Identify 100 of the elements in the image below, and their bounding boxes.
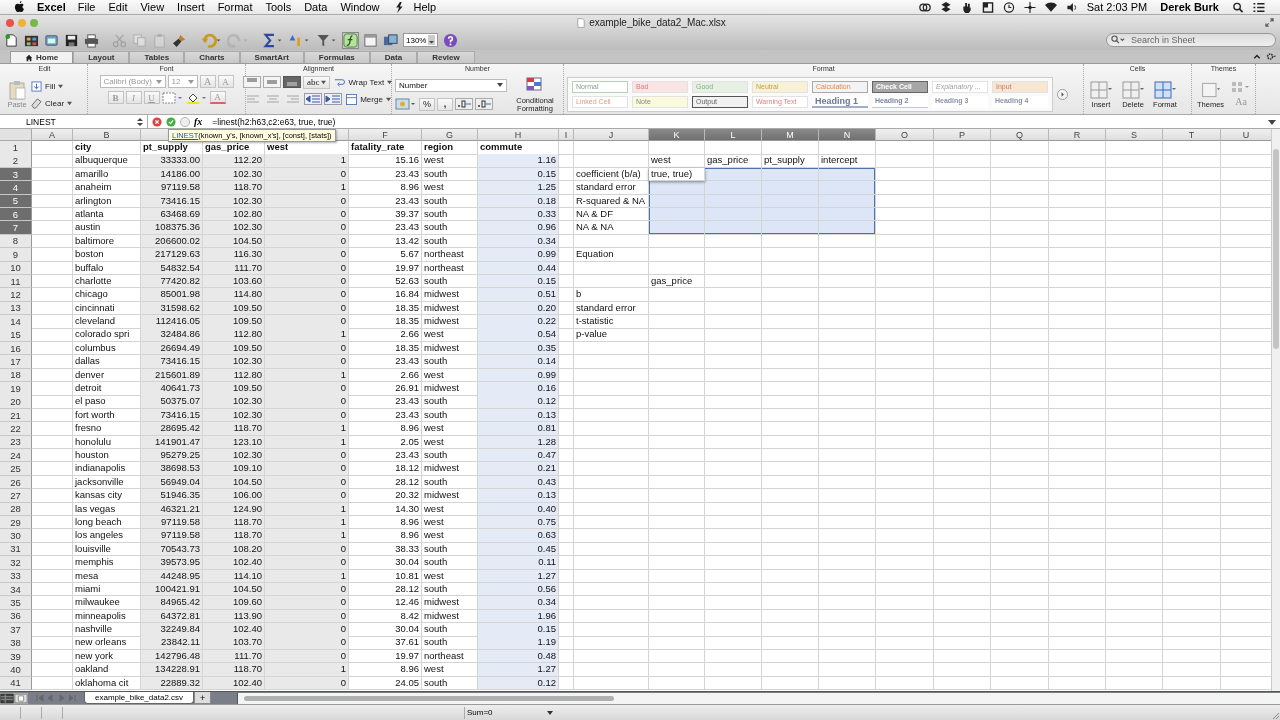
row-header[interactable]: 25: [0, 462, 32, 476]
menu-item[interactable]: Format: [217, 1, 253, 13]
ribbon-tab[interactable]: Data: [369, 51, 418, 63]
gallery-next-icon[interactable]: [1057, 89, 1068, 100]
column-header[interactable]: P: [934, 129, 991, 141]
function-label[interactable]: fx: [194, 116, 203, 127]
apple-icon[interactable]: [14, 0, 25, 14]
column-header[interactable]: G: [422, 129, 478, 141]
row-header[interactable]: 2: [0, 154, 32, 168]
search-field[interactable]: Search in Sheet: [1106, 33, 1276, 47]
clear-button[interactable]: Clear: [29, 96, 75, 110]
normal-view-icon[interactable]: [0, 692, 14, 704]
column-header[interactable]: S: [1106, 129, 1163, 141]
vertical-scrollbar[interactable]: [1271, 129, 1280, 691]
row-header[interactable]: 22: [0, 422, 32, 436]
increase-indent-icon[interactable]: [324, 93, 343, 105]
menu-clock[interactable]: Sat 2:03 PM: [1086, 1, 1148, 13]
crosshair-icon[interactable]: [1023, 1, 1036, 13]
formula-field[interactable]: =linest(h2:h63,c2:e63, true, true): [206, 116, 1264, 127]
help-icon[interactable]: [443, 32, 459, 48]
save-icon[interactable]: [64, 32, 79, 48]
menu-item[interactable]: Data: [304, 1, 328, 13]
row-header[interactable]: 27: [0, 489, 32, 503]
search-icon[interactable]: [1232, 1, 1244, 13]
collapse-icon[interactable]: [1252, 52, 1262, 61]
name-box[interactable]: LINEST: [0, 115, 148, 128]
menu-item[interactable]: Help: [413, 1, 437, 13]
ribbon-tab[interactable]: Tables: [129, 51, 185, 63]
menu-item[interactable]: Edit: [108, 1, 128, 13]
column-header[interactable]: U: [1221, 129, 1271, 141]
ribbon-tab[interactable]: Formulas: [303, 51, 370, 63]
filter-icon[interactable]: [316, 32, 338, 48]
cell-style[interactable]: Heading 1: [812, 96, 868, 108]
row-header[interactable]: 40: [0, 663, 32, 677]
row-header[interactable]: 20: [0, 395, 32, 409]
brush-icon[interactable]: [172, 32, 187, 48]
settings-icon[interactable]: [1266, 52, 1276, 61]
row-header[interactable]: 7: [0, 221, 32, 235]
wrap-text-button[interactable]: Wrap Text: [332, 75, 395, 89]
ribbon-tab[interactable]: SmartArt: [239, 51, 304, 63]
column-header[interactable]: A: [32, 129, 73, 141]
clock-icon[interactable]: [1002, 1, 1015, 13]
menu-item[interactable]: File: [77, 1, 96, 13]
decrease-decimal-icon[interactable]: [475, 98, 493, 110]
speaker-icon[interactable]: [1065, 1, 1078, 13]
decrease-indent-icon[interactable]: [304, 93, 323, 105]
fullscreen-icon[interactable]: [1265, 18, 1274, 27]
row-header[interactable]: 1: [0, 141, 32, 155]
sum-icon[interactable]: [262, 32, 284, 48]
sidebar-icon[interactable]: [363, 32, 378, 48]
column-header[interactable]: O: [876, 129, 934, 141]
add-sheet-button[interactable]: +: [194, 692, 212, 704]
cancel-icon[interactable]: [152, 116, 162, 127]
zoom-dropdown[interactable]: 130%: [403, 33, 439, 47]
percent-button[interactable]: %: [419, 97, 435, 111]
row-header[interactable]: 12: [0, 288, 32, 302]
hand-icon[interactable]: [960, 1, 973, 13]
comma-button[interactable]: ,: [437, 97, 453, 111]
row-header[interactable]: 4: [0, 181, 32, 195]
column-header[interactable]: R: [1049, 129, 1106, 141]
close-button[interactable]: [6, 18, 14, 27]
page-layout-icon[interactable]: [14, 692, 28, 704]
column-header[interactable]: J: [574, 129, 649, 141]
ribbon-tab[interactable]: Review: [417, 51, 475, 63]
sync-icon[interactable]: [918, 1, 931, 13]
list-icon[interactable]: [1253, 1, 1265, 13]
column-header[interactable]: M: [762, 129, 819, 141]
menu-item[interactable]: Tools: [265, 1, 292, 13]
resize-grip-icon[interactable]: [1270, 710, 1280, 720]
column-header[interactable]: F: [349, 129, 422, 141]
align-bottom-icon[interactable]: [282, 76, 301, 88]
row-header[interactable]: 9: [0, 248, 32, 262]
confirm-icon[interactable]: [166, 116, 176, 127]
row-header[interactable]: 19: [0, 382, 32, 396]
ribbon-tab[interactable]: Charts: [184, 51, 240, 63]
function-icon[interactable]: [343, 32, 358, 48]
menu-item[interactable]: Window: [340, 1, 380, 13]
fill-button[interactable]: Fill: [29, 79, 75, 93]
column-header[interactable]: H: [478, 129, 559, 141]
wifi-icon[interactable]: [1044, 1, 1057, 13]
user-name[interactable]: Derek Burk: [1160, 1, 1219, 13]
row-header[interactable]: 15: [0, 328, 32, 342]
window-grid-icon[interactable]: [981, 1, 994, 13]
column-header[interactable]: K: [649, 129, 705, 141]
row-header[interactable]: 37: [0, 623, 32, 637]
row-header[interactable]: 35: [0, 596, 32, 610]
box-icon[interactable]: [939, 1, 952, 13]
row-header[interactable]: 32: [0, 556, 32, 570]
open-folder-icon[interactable]: [44, 32, 59, 48]
app-menu[interactable]: Excel: [37, 1, 66, 13]
menu-item[interactable]: Insert: [177, 1, 205, 13]
column-header[interactable]: T: [1163, 129, 1221, 141]
fill-color-icon[interactable]: [185, 91, 208, 104]
ribbon-tab[interactable]: Layout: [73, 51, 130, 63]
print-icon[interactable]: [84, 32, 99, 48]
status-sum-dropdown[interactable]: Sum=0: [464, 706, 555, 719]
horizontal-scrollbar[interactable]: [237, 692, 1280, 704]
merge-button[interactable]: Merge: [344, 92, 393, 106]
sort-icon[interactable]: [289, 32, 311, 48]
ribbon-tab[interactable]: Home: [10, 51, 74, 63]
